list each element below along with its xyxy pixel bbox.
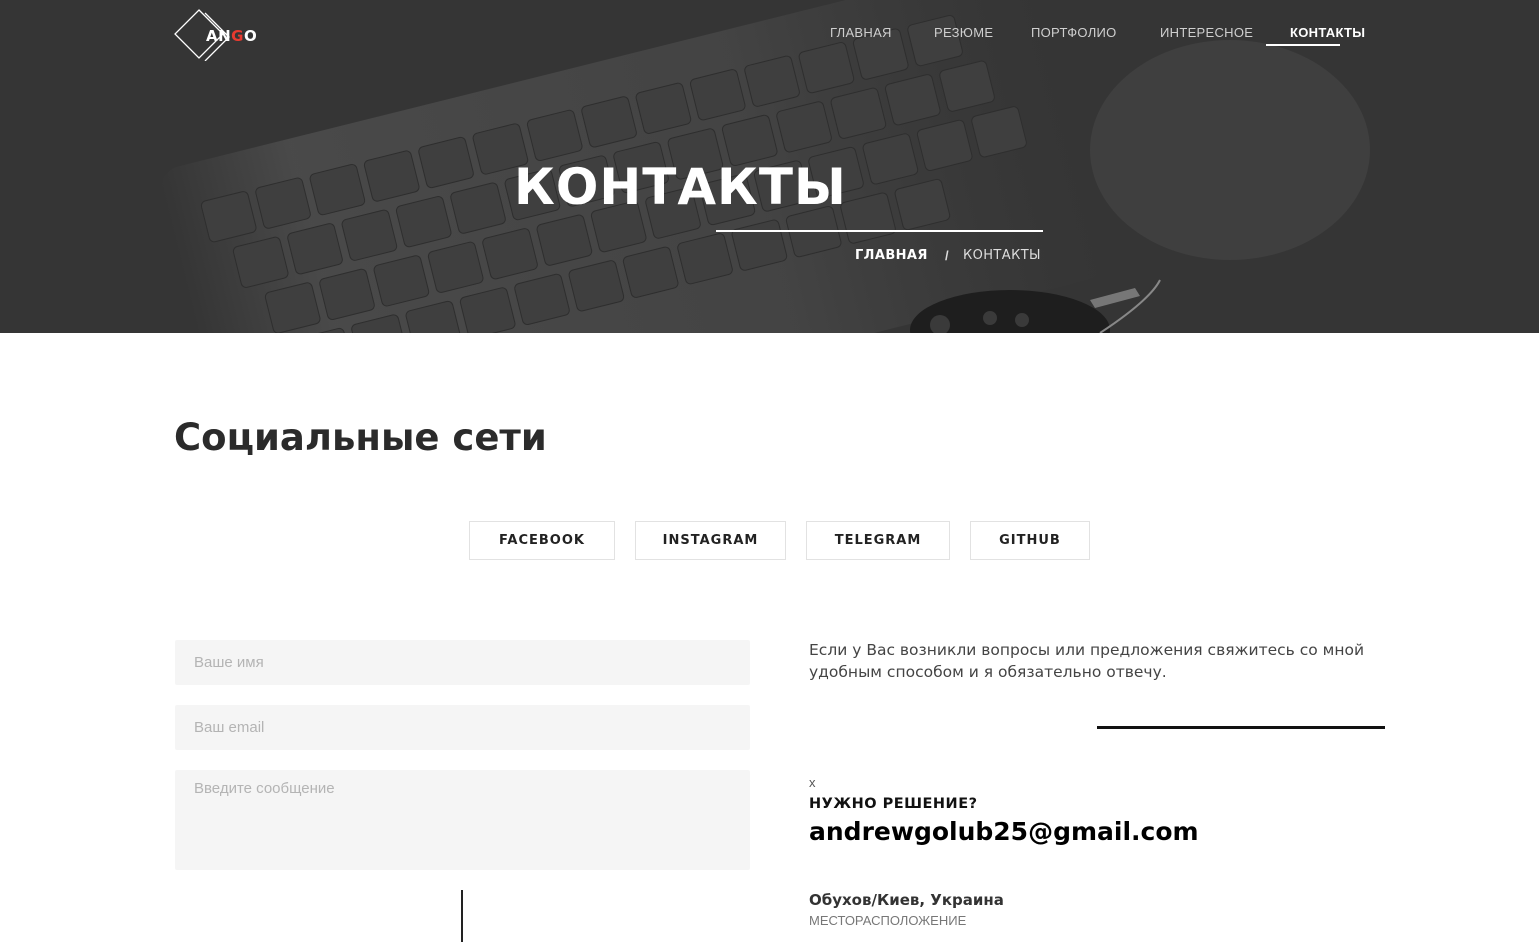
nav-item-interesting[interactable]: ИНТЕРЕСНОЕ [1160,25,1253,40]
nav-active-underline [1266,44,1340,46]
page-title: КОНТАКТЫ [514,158,847,216]
github-button[interactable]: GITHUB [970,521,1090,560]
nav-item-resume[interactable]: РЕЗЮМЕ [934,25,993,40]
info-divider [1097,726,1385,729]
social-section-title: Социальные сети [174,416,547,459]
nav-item-contacts[interactable]: КОНТАКТЫ [1290,25,1365,40]
contact-email-link[interactable]: andrewgolub25@gmail.com [809,817,1199,846]
hero-banner: ANGO ГЛАВНАЯ РЕЗЮМЕ ПОРТФОЛИО ИНТЕРЕСНОЕ… [0,0,1539,333]
telegram-button[interactable]: TELEGRAM [806,521,950,560]
contact-info-text: Если у Вас возникли вопросы или предложе… [809,641,1365,681]
breadcrumb-home[interactable]: ГЛАВНАЯ [855,248,928,263]
main-navigation: ГЛАВНАЯ РЕЗЮМЕ ПОРТФОЛИО ИНТЕРЕСНОЕ КОНТ… [0,25,1539,55]
message-textarea[interactable] [175,770,750,870]
vertical-divider [461,890,463,942]
need-solution-title: НУЖНО РЕШЕНИЕ? [809,796,978,812]
location-value: Обухов/Киев, Украина [809,891,1004,909]
breadcrumb-separator: / [945,248,950,263]
instagram-button[interactable]: INSTAGRAM [635,521,786,560]
breadcrumb-current: КОНТАКТЫ [963,248,1041,263]
nav-item-portfolio[interactable]: ПОРТФОЛИО [1031,25,1117,40]
nav-item-home[interactable]: ГЛАВНАЯ [830,25,892,40]
title-divider [716,230,1043,232]
email-input[interactable] [175,705,750,750]
facebook-button[interactable]: FACEBOOK [469,521,615,560]
location-label: МЕСТОРАСПОЛОЖЕНИЕ [809,913,967,928]
close-icon[interactable]: x [809,775,816,790]
name-input[interactable] [175,640,750,685]
